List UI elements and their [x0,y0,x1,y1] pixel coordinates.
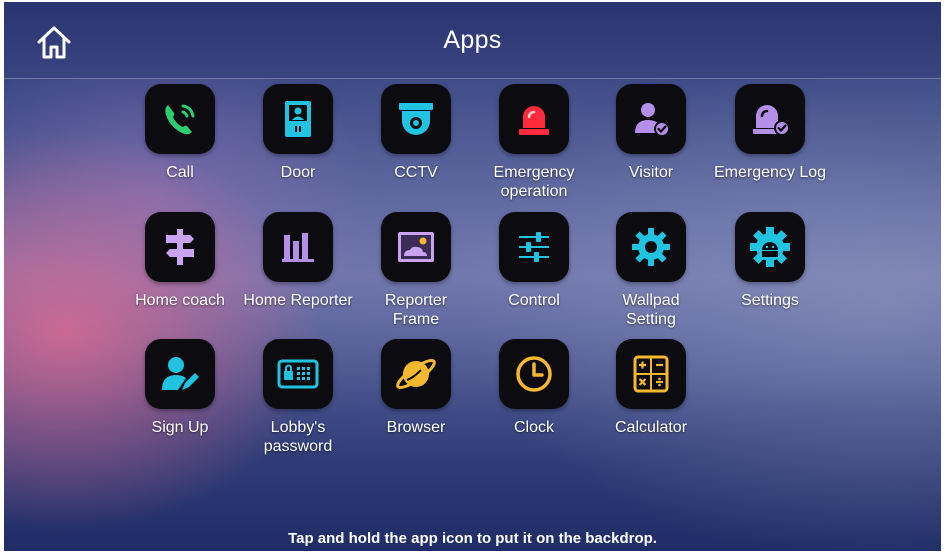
app-tile[interactable] [263,339,333,409]
app-reporter-frame[interactable]: Reporter Frame [356,212,476,329]
app-label: Lobby's password [263,419,333,455]
sign-up-icon [162,357,199,390]
picture-frame-icon [398,232,434,262]
app-tile[interactable] [145,84,215,154]
top-bar: Apps [4,2,941,79]
app-sign-up[interactable]: Sign Up [120,339,240,437]
app-label: Door [280,164,316,181]
app-label: Visitor [628,164,674,181]
signpost-icon [166,229,194,265]
app-label: Browser [386,419,446,436]
app-label: Calculator [614,419,688,436]
keypad-lock-icon [277,359,319,389]
app-label: Clock [513,419,554,436]
app-tile[interactable] [499,339,569,409]
app-tile[interactable] [616,339,686,409]
footer-hint: Tap and hold the app icon to put it on t… [288,530,657,547]
cctv-camera-icon [399,103,433,135]
app-label: Wallpad Setting [622,292,680,328]
app-tile[interactable] [263,84,333,154]
app-emergency-log[interactable]: Emergency Log [710,84,830,182]
clock-icon [516,356,552,392]
app-label: Call [166,164,194,181]
app-tile[interactable] [616,212,686,282]
app-home-coach[interactable]: Home coach [120,212,240,310]
app-tile[interactable] [381,212,451,282]
app-tile[interactable] [263,212,333,282]
app-home-reporter[interactable]: Home Reporter [238,212,358,310]
app-settings[interactable]: Settings [710,212,830,310]
app-tile[interactable] [735,212,805,282]
visitor-icon [635,103,670,137]
app-label: Home Reporter [243,292,353,309]
app-label: Emergency operation [493,164,575,200]
app-label: Settings [741,292,799,309]
app-tile[interactable] [499,212,569,282]
android-gear-icon [750,227,790,267]
page-title: Apps [443,26,502,54]
app-label: CCTV [394,164,438,181]
app-label: Control [508,292,560,309]
door-icon [285,101,311,137]
app-tile[interactable] [499,84,569,154]
app-label: Emergency Log [713,164,827,181]
app-tile[interactable] [735,84,805,154]
app-label: Reporter Frame [384,292,448,328]
phone-icon [165,104,195,135]
app-calculator[interactable]: Calculator [591,339,711,437]
app-browser[interactable]: Browser [356,339,476,437]
app-screen: Apps Call Door CCTV Emergency operation … [4,2,941,551]
calculator-icon [633,355,669,393]
app-cctv[interactable]: CCTV [356,84,476,182]
emergency-log-icon [753,105,790,136]
gear-icon [632,228,670,266]
app-clock[interactable]: Clock [474,339,594,437]
app-lobby-password[interactable]: Lobby's password [238,339,358,456]
app-tile[interactable] [616,84,686,154]
app-tile[interactable] [145,339,215,409]
app-label: Sign Up [151,419,209,436]
app-control[interactable]: Control [474,212,594,310]
app-tile[interactable] [381,339,451,409]
app-door[interactable]: Door [238,84,358,182]
app-call[interactable]: Call [120,84,240,182]
app-wallpad-setting[interactable]: Wallpad Setting [591,212,711,329]
bar-chart-icon [282,233,314,262]
app-visitor[interactable]: Visitor [591,84,711,182]
sliders-icon [519,232,549,262]
emergency-light-icon [519,106,549,135]
app-tile[interactable] [381,84,451,154]
app-emergency-operation[interactable]: Emergency operation [474,84,594,201]
app-label: Home coach [135,292,225,309]
planet-icon [396,358,436,390]
app-tile[interactable] [145,212,215,282]
